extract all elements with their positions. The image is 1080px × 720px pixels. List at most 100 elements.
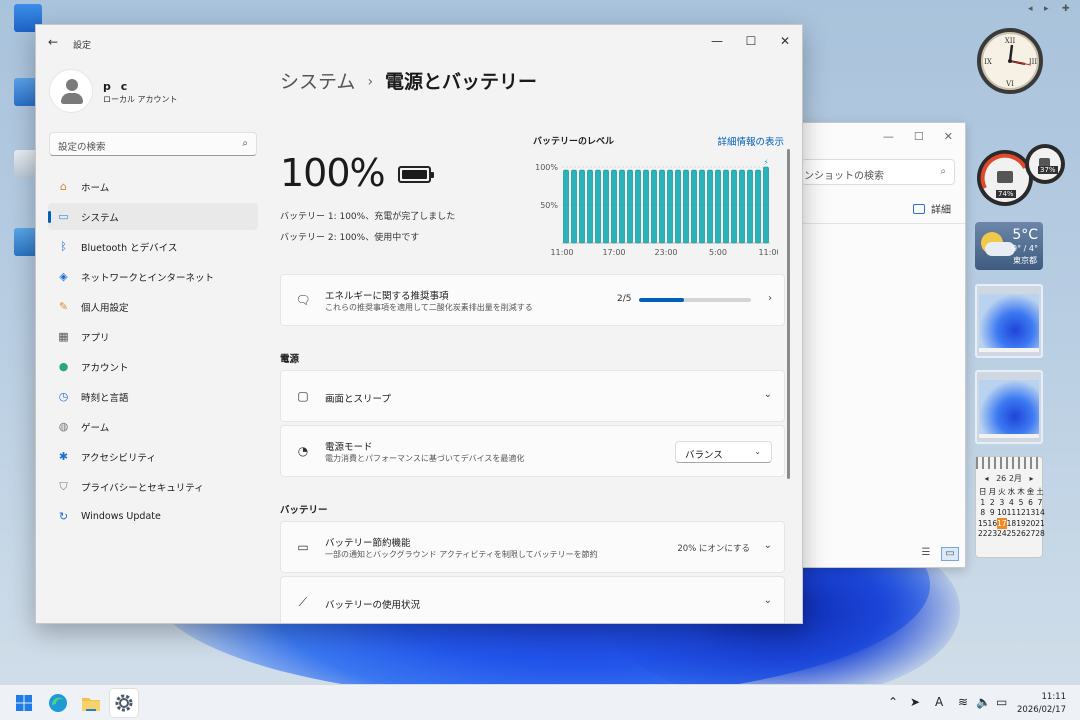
background-window[interactable]: — ☐ ✕ ンショットの検索 ⌕ 詳細 ☰ ▭ — [790, 122, 966, 568]
calendar-day[interactable]: 17 — [997, 518, 1007, 529]
clock-gadget[interactable]: XII III VI IX — [975, 26, 1045, 118]
sidebar-item-label: ネットワークとインターネット — [81, 272, 215, 284]
calendar-day[interactable]: 11 — [1007, 508, 1017, 519]
calendar-day[interactable]: 2 — [988, 497, 998, 508]
calendar-day[interactable]: 18 — [1007, 518, 1017, 529]
volume-icon[interactable]: 🔈 — [976, 695, 991, 709]
chevron-up-icon[interactable]: ⌃ — [888, 695, 898, 709]
calendar-day[interactable]: 13 — [1026, 508, 1036, 519]
sidebar-item-label: 時刻と言語 — [81, 392, 129, 404]
chevron-down-icon: ⌄ — [763, 595, 772, 606]
calendar-day[interactable]: 25 — [1007, 529, 1017, 540]
sidebar-item-account[interactable]: ● アカウント — [48, 353, 258, 380]
calendar-day[interactable]: 16 — [988, 518, 998, 529]
bg-window-search[interactable]: ンショットの検索 ⌕ — [801, 159, 955, 185]
calendar-day[interactable]: 9 — [988, 508, 998, 519]
sidebar-item-wifi[interactable]: ◈ ネットワークとインターネット — [48, 263, 258, 290]
gadget-prev-icon[interactable]: ◂ — [1028, 4, 1033, 14]
gadget-next-icon[interactable]: ▸ — [1044, 4, 1049, 14]
shield-icon: ⛉ — [59, 480, 68, 493]
weather-gadget[interactable]: 5°C 9° / 4° 東京都 — [975, 222, 1043, 270]
ime-indicator[interactable]: A — [935, 695, 943, 709]
calendar-day[interactable]: 26 — [1016, 529, 1026, 540]
settings-window[interactable]: ← 設定 — ☐ ✕ p c ローカル アカウント 設定の検索 ⌕ ⌂ ホーム ▭ シ… — [35, 24, 803, 624]
cpu-meter-gadget[interactable]: 74% 37% — [975, 136, 1067, 210]
calendar-day[interactable]: 12 — [1016, 508, 1026, 519]
calendar-day[interactable]: 4 — [1007, 497, 1017, 508]
calendar-day[interactable]: 22 — [978, 529, 988, 540]
calendar-day[interactable]: 19 — [1016, 518, 1026, 529]
show-details-link[interactable]: 詳細情報の表示 — [717, 134, 784, 148]
sidebar-item-bluetooth[interactable]: ᛒ Bluetooth とデバイス — [48, 233, 258, 260]
power-mode-dropdown[interactable]: バランス ⌄ — [675, 441, 772, 463]
sidebar-item-accessibility[interactable]: ✱ アクセシビリティ — [48, 443, 258, 470]
battery-saver-card[interactable]: ▭ バッテリー節約機能 一部の通知とバックグラウンド アクティビティを制限してバ… — [280, 521, 785, 573]
calendar-next-icon[interactable]: ▸ — [1030, 474, 1034, 483]
sidebar-item-brush[interactable]: ✎ 個人用設定 — [48, 293, 258, 320]
calendar-day[interactable]: 10 — [997, 508, 1007, 519]
wifi-icon[interactable]: ≋ — [958, 695, 968, 709]
close-button[interactable]: ✕ — [774, 31, 796, 51]
avatar-head — [66, 79, 78, 91]
gadget-add-icon[interactable]: ✚ — [1062, 4, 1070, 14]
maximize-button[interactable]: ☐ — [740, 31, 762, 51]
minimize-button[interactable]: — — [706, 31, 728, 51]
sidebar-item-globe-clock[interactable]: ◷ 時刻と言語 — [48, 383, 258, 410]
settings-search-input[interactable]: 設定の検索 ⌕ — [49, 132, 257, 156]
calendar-prev-icon[interactable]: ◂ — [984, 474, 988, 483]
calendar-day[interactable]: 21 — [1035, 518, 1045, 529]
calendar-day[interactable]: 15 — [978, 518, 988, 529]
battery-saver-value: 20% にオンにする — [677, 544, 750, 554]
x-tick-label: 23:00 — [654, 248, 677, 257]
sidebar-item-update[interactable]: ↻ Windows Update — [48, 503, 258, 530]
scrollbar[interactable] — [787, 149, 790, 479]
calendar-day[interactable]: 23 — [988, 529, 998, 540]
calendar-gadget[interactable]: ◂ 26 2月 ▸ 日月火水木金土 1 2 3 4 5 6 7 8 9 10 11 12 13 14 15 1… — [975, 456, 1045, 558]
avatar[interactable] — [49, 69, 93, 113]
energy-recommendations-card[interactable]: 🗨 エネルギーに関する推奨事項 これらの推奨事項を適用して二酸化炭素排出量を削減… — [280, 274, 785, 326]
power-mode-title: 電源モード — [325, 442, 373, 453]
settings-taskbar-icon[interactable] — [110, 689, 138, 717]
start-button[interactable] — [10, 689, 38, 717]
calendar-day[interactable]: 1 — [978, 497, 988, 508]
tile-view-icon[interactable]: ▭ — [941, 547, 959, 561]
x-tick-label: 11:00 — [758, 248, 778, 257]
battery-tray-icon[interactable]: ▭ — [996, 695, 1007, 709]
sidebar-item-home[interactable]: ⌂ ホーム — [48, 173, 258, 200]
calendar-day[interactable]: 20 — [1026, 518, 1036, 529]
calendar-day[interactable]: 3 — [997, 497, 1007, 508]
calendar-day[interactable]: 6 — [1026, 497, 1036, 508]
battery-bar — [595, 169, 601, 244]
calendar-day[interactable]: 14 — [1035, 508, 1045, 519]
calendar-day[interactable]: 24 — [997, 529, 1007, 540]
calendar-day[interactable]: 5 — [1016, 497, 1026, 508]
charging-icon: ⚡ — [763, 158, 769, 167]
location-icon[interactable]: ➤ — [910, 695, 920, 709]
screen-sleep-card[interactable]: ▢ 画面とスリープ ⌄ — [280, 370, 785, 422]
sidebar-item-label: 個人用設定 — [81, 302, 129, 314]
battery-usage-card[interactable]: ⟋ バッテリーの使用状況 ⌄ — [280, 576, 785, 623]
wallpaper-thumbnail — [979, 294, 1039, 350]
slideshow-gadget-1[interactable] — [975, 284, 1043, 358]
calendar-day[interactable]: 27 — [1026, 529, 1036, 540]
edge-browser-icon[interactable] — [44, 689, 72, 717]
sidebar-item-shield[interactable]: ⛉ プライバシーとセキュリティ — [48, 473, 258, 500]
clock[interactable]: 11:11 2026/02/17 — [1017, 691, 1066, 717]
slideshow-gadget-2[interactable] — [975, 370, 1043, 444]
list-view-icon[interactable]: ☰ — [917, 547, 935, 561]
details-button[interactable]: 詳細 — [913, 201, 951, 216]
battery-level-title: バッテリーのレベル — [533, 137, 615, 147]
page-title: 電源とバッテリー — [385, 71, 538, 93]
sidebar-item-apps[interactable]: ▦ アプリ — [48, 323, 258, 350]
svg-text:VI: VI — [1005, 80, 1014, 88]
sidebar-item-system[interactable]: ▭ システム — [48, 203, 258, 230]
bg-window-controls: — ☐ ✕ — [882, 129, 953, 143]
recommendation-title: エネルギーに関する推奨事項 — [325, 291, 449, 302]
file-explorer-icon[interactable] — [77, 689, 105, 717]
sidebar-item-gamepad[interactable]: ◍ ゲーム — [48, 413, 258, 440]
calendar-day[interactable]: 28 — [1035, 529, 1045, 540]
breadcrumb-parent[interactable]: システム — [280, 71, 355, 93]
calendar-day[interactable]: 7 — [1035, 497, 1045, 508]
calendar-day[interactable]: 8 — [978, 508, 988, 519]
back-arrow-icon[interactable]: ← — [48, 35, 58, 49]
